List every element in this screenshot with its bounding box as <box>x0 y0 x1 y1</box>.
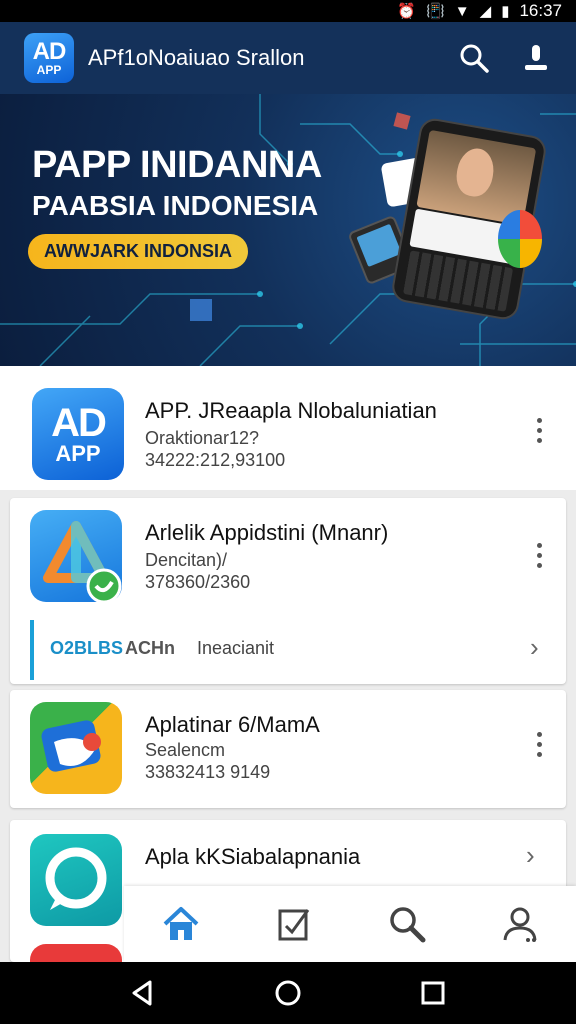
sub-row-link[interactable]: O2BLBS ACHn Ineacianit › <box>30 620 566 680</box>
sub-row-label: Ineacianit <box>197 638 275 658</box>
item-subtitle: Oraktionar12? <box>145 428 260 448</box>
nav-profile[interactable] <box>490 894 550 954</box>
app-logo-text-bottom: APP <box>55 441 101 466</box>
app-logo[interactable]: AD APP <box>24 33 74 83</box>
wifi-icon: ▼ <box>454 2 470 20</box>
item-title: APP. JReaapla Nlobaluniatian <box>145 398 437 423</box>
battery-icon: ▮ <box>501 3 510 20</box>
alarm-icon: ⏰ <box>397 3 417 20</box>
item-meta: 34222:212,93100 <box>145 450 286 470</box>
signal-icon: ◢ <box>479 3 492 20</box>
search-icon <box>460 44 489 73</box>
chat-bubble-icon <box>45 847 107 910</box>
triangle-icon <box>43 521 122 604</box>
list-item[interactable]: AD APP APP. JReaapla Nlobaluniatian Orak… <box>0 366 576 490</box>
square-recents-icon <box>421 981 445 1005</box>
system-navigation-bar <box>0 962 576 1024</box>
recents-button[interactable] <box>408 968 458 1018</box>
app-bird-logo <box>30 702 122 794</box>
bottom-navigation <box>124 886 576 962</box>
status-time: 16:37 <box>519 1 562 20</box>
app-logo-text-top: AD <box>51 401 107 445</box>
item-meta: 378360/2360 <box>145 572 251 592</box>
vibrate-icon: 📳 <box>426 3 445 20</box>
search-icon <box>389 907 425 943</box>
edit-icon <box>278 909 309 941</box>
nav-search[interactable] <box>377 894 437 954</box>
app-triangle-logo <box>30 510 122 604</box>
back-icon <box>132 980 152 1006</box>
item-title: Apla kKSiabalapnania <box>145 844 361 869</box>
back-button[interactable] <box>118 968 168 1018</box>
app-title: APf1oNoaiuao Srallon <box>88 45 305 70</box>
pie-graphic <box>498 210 542 268</box>
nav-edit[interactable] <box>264 894 324 954</box>
sub-row-tag: O2BLBS <box>50 638 124 658</box>
more-options-icon[interactable] <box>524 535 554 575</box>
item-title: Arlelik Appidstini (Mnanr) <box>145 520 389 545</box>
sub-row-tag-secondary: ACHn <box>125 638 175 658</box>
nav-home[interactable] <box>151 894 211 954</box>
bird-icon <box>41 720 101 772</box>
status-bar: ⏰ 📳 ▼ ◢ ▮ 16:37 <box>0 0 576 22</box>
promo-banner[interactable]: PAPP INIDANNA PAABSIA INDONESIA AWWJARK … <box>0 94 576 366</box>
home-button[interactable] <box>263 968 313 1018</box>
app-ad-logo: AD APP <box>32 388 124 480</box>
chevron-right-icon[interactable]: › <box>526 840 535 871</box>
banner-tag-pill[interactable]: AWWJARK INDONSIA <box>28 234 248 269</box>
more-options-icon[interactable] <box>524 724 554 764</box>
item-meta: 33832413 9149 <box>145 762 271 782</box>
item-title: Aplatinar 6/MamA <box>145 712 320 737</box>
more-options-icon[interactable] <box>524 410 554 450</box>
list-item[interactable]: Aplatinar 6/MamA Sealencm 33832413 9149 <box>10 690 566 808</box>
banner-headline: PAPP INIDANNA <box>32 144 322 186</box>
chevron-right-icon: › <box>530 632 539 662</box>
profile-icon <box>503 907 536 942</box>
banner-subheadline: PAABSIA INDONESIA <box>32 190 319 221</box>
circle-home-icon <box>275 980 301 1006</box>
app-bar: AD APP APf1oNoaiuao Srallon <box>0 22 576 94</box>
app-logo-text-top: AD <box>32 38 67 65</box>
item-subtitle: Dencitan)/ <box>145 550 228 570</box>
search-button[interactable] <box>454 38 494 78</box>
item-subtitle: Sealencm <box>145 740 226 760</box>
app-logo-text-bottom: APP <box>36 63 62 77</box>
person-icon <box>525 45 547 70</box>
app-icon-partial <box>30 944 122 962</box>
account-button[interactable] <box>516 38 556 78</box>
app-chat-logo <box>30 834 122 926</box>
home-icon <box>163 907 198 940</box>
